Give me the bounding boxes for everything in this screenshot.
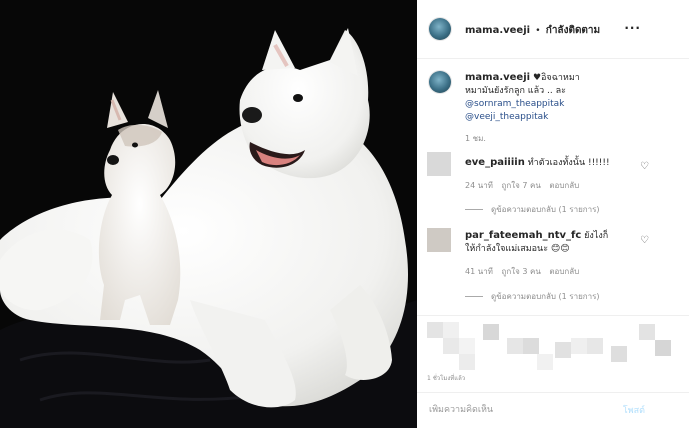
pixel-block — [655, 340, 671, 356]
commenter-avatar[interactable] — [427, 152, 451, 176]
pixel-block — [639, 324, 655, 340]
pixel-block — [459, 338, 475, 354]
pixel-block — [571, 338, 587, 354]
comment-time: 24 นาที — [465, 181, 493, 190]
caption-mention-1[interactable]: @sornram_theappitak — [465, 98, 625, 111]
header-username[interactable]: mama.veeji — [465, 25, 530, 36]
comment-time: 41 นาที — [465, 267, 493, 276]
caption-text-line2: หมามันยังรักลูก แล้ว .. ละ — [465, 86, 566, 96]
pixel-block — [555, 342, 571, 358]
view-replies-button[interactable]: ดูข้อความตอบกลับ (1 รายการ) — [465, 203, 600, 216]
post-side-panel: mama.veeji • กำลังติดตาม ··· mama.veeji … — [417, 0, 689, 428]
pixel-block — [523, 338, 539, 354]
pixel-block — [483, 324, 499, 340]
comment-meta: 41 นาที ถูกใจ 3 คน ตอบกลับ — [465, 265, 579, 278]
pixel-block — [611, 346, 627, 362]
comment-meta: 24 นาที ถูกใจ 7 คน ตอบกลับ — [465, 179, 579, 192]
comment-reply-button[interactable]: ตอบกลับ — [549, 181, 579, 190]
add-comment-bar: โพสต์ — [417, 392, 689, 429]
like-heart-icon[interactable]: ♡ — [640, 235, 649, 246]
add-comment-input[interactable] — [427, 404, 611, 416]
pixel-block — [537, 354, 553, 370]
comment-likes[interactable]: ถูกใจ 7 คน — [502, 181, 541, 190]
pixel-block — [587, 338, 603, 354]
post-photo[interactable] — [0, 0, 417, 428]
pixelated-actions-area: 1 ชั่วโมงที่แล้ว — [417, 315, 689, 384]
pixel-block — [427, 322, 443, 338]
comment-text: ทำตัวเองทั้งนั้น !!!!!! — [527, 158, 610, 168]
more-dots-icon[interactable]: ··· — [624, 21, 641, 35]
caption-text-line1: ♥อิจฉาหมา — [532, 73, 580, 83]
header-separator: • — [535, 26, 541, 36]
post-header: mama.veeji • กำลังติดตาม ··· — [417, 0, 689, 59]
post-comment-button[interactable]: โพสต์ — [623, 403, 645, 417]
caption-time: 1 ชม. — [465, 134, 486, 143]
caption: mama.veeji ♥อิจฉาหมา หมามันยังรักลูก แล้… — [465, 71, 625, 145]
pixel-block — [459, 354, 475, 370]
posted-ago: 1 ชั่วโมงที่แล้ว — [427, 375, 466, 382]
header-user-line: mama.veeji • กำลังติดตาม — [465, 23, 600, 38]
like-heart-icon[interactable]: ♡ — [640, 161, 649, 172]
follow-status[interactable]: กำลังติดตาม — [546, 25, 600, 36]
commenter-avatar[interactable] — [427, 228, 451, 252]
pixel-block — [443, 338, 459, 354]
caption-avatar[interactable] — [429, 71, 451, 93]
pixel-block — [507, 338, 523, 354]
comment-username[interactable]: eve_paiiiin — [465, 157, 525, 168]
pixel-block — [443, 322, 459, 338]
dogs-photo-illustration — [0, 0, 417, 428]
view-replies-button[interactable]: ดูข้อความตอบกลับ (1 รายการ) — [465, 290, 600, 303]
caption-username[interactable]: mama.veeji — [465, 72, 530, 83]
comment-reply-button[interactable]: ตอบกลับ — [549, 267, 579, 276]
author-avatar[interactable] — [429, 18, 451, 40]
comment-username[interactable]: par_fateemah_ntv_fc — [465, 230, 581, 241]
caption-mention-2[interactable]: @veeji_theappitak — [465, 111, 625, 124]
comment-likes[interactable]: ถูกใจ 3 คน — [502, 267, 541, 276]
